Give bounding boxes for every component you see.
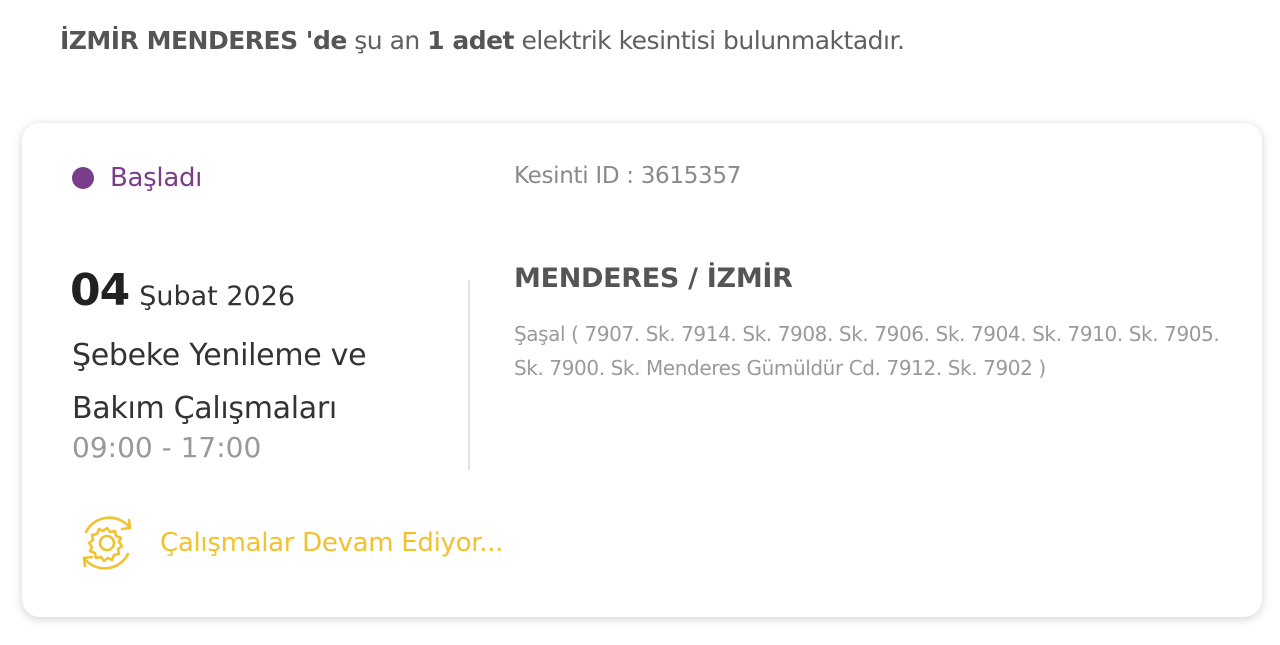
location-title: MENDERES / İZMİR — [514, 263, 793, 294]
progress-status: Çalışmalar Devam Ediyor... — [72, 510, 503, 576]
work-time: 09:00 - 17:00 — [72, 431, 262, 464]
outage-summary: İZMİR MENDERES 'de şu an 1 adet elektrik… — [60, 26, 905, 55]
status-label: Başladı — [110, 163, 203, 193]
affected-streets: Şaşal ( 7907. Sk. 7914. Sk. 7908. Sk. 79… — [514, 322, 1220, 380]
date-month-year: Şubat 2026 — [139, 281, 296, 312]
outage-date: 04 Şubat 2026 — [70, 265, 295, 316]
summary-text-1: şu an — [354, 26, 420, 55]
progress-label: Çalışmalar Devam Ediyor... — [160, 528, 504, 558]
work-title: Şebeke Yenileme ve Bakım Çalışmaları — [72, 338, 367, 426]
summary-text-2: elektrik kesintisi bulunmaktadır. — [521, 26, 905, 55]
summary-place: İZMİR MENDERES 'de — [60, 26, 347, 55]
status-dot — [72, 167, 94, 189]
date-day: 04 — [70, 265, 130, 316]
divider — [468, 280, 470, 470]
summary-count: 1 adet — [427, 26, 514, 55]
outage-id: Kesinti ID : 3615357 — [514, 163, 742, 189]
outage-card[interactable]: Başladı Kesinti ID : 3615357 04 Şubat 20… — [22, 123, 1262, 617]
gear-refresh-icon — [82, 516, 132, 570]
status-badge: Başladı — [72, 163, 202, 193]
